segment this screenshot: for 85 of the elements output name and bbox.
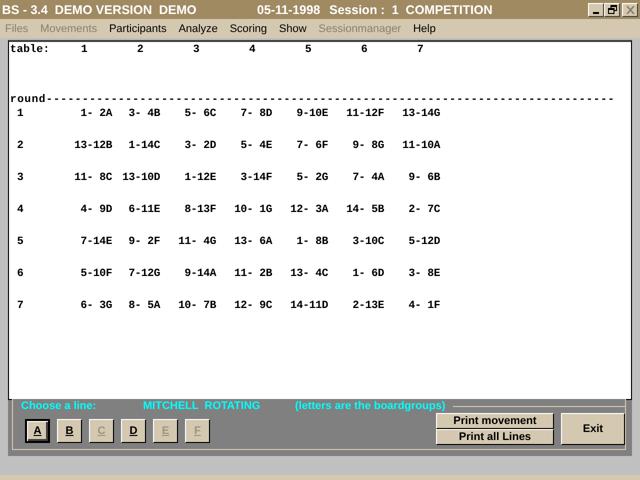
table-number: 7	[416, 44, 425, 56]
round-number: 1	[16, 108, 25, 120]
pairing-cell-text: 14- 5B	[345, 204, 386, 216]
line-button[interactable]: B	[57, 419, 82, 443]
close-button[interactable]	[622, 2, 638, 16]
window-title: BS - 3.4 DEMO VERSION DEMO	[2, 2, 198, 16]
session-date: 05-11-1998	[257, 2, 320, 16]
pairing-cell-text: 13-10D	[121, 172, 161, 184]
pairing-cell-text: 3-10C	[351, 236, 385, 248]
session-info: Session : 1 COMPETITION	[329, 2, 492, 16]
round-number: 4	[16, 204, 25, 216]
menu-item[interactable]: Analyze	[178, 22, 218, 34]
pairing-cell-text: 1- 8B	[295, 236, 330, 248]
restore-icon	[608, 5, 616, 14]
table-number: 1	[80, 44, 89, 56]
pairing-cell-text: 7- 4A	[351, 172, 386, 184]
round-number: 5	[16, 236, 25, 248]
pairing-cell-text: 13- 6A	[233, 236, 274, 248]
round-number: 6	[16, 268, 25, 280]
pairing-cell-text: 12- 9C	[233, 300, 273, 312]
pairing-cell-text: 11-10A	[401, 140, 442, 152]
round-number: 3	[16, 172, 25, 184]
pairing-cell-text: 6-11E	[127, 204, 161, 216]
pairing-cell-text: 10- 7B	[177, 300, 218, 312]
pairing-cell-text: 9-10E	[295, 108, 329, 120]
close-icon	[626, 6, 634, 14]
pairing-cell-text: 4- 1F	[407, 300, 441, 312]
pairing-cell-text: 3- 4B	[127, 108, 162, 120]
pairing-cell-text: 2-13E	[351, 300, 385, 312]
pairing-cell-text: 12- 3A	[289, 204, 330, 216]
restore-button[interactable]	[604, 2, 620, 16]
pairing-cell-text: 1-14C	[127, 140, 161, 152]
pairing-cell-text: 1-12E	[183, 172, 217, 184]
pairing-cell-text: 9- 2F	[127, 236, 161, 248]
pairing-cell-text: 13- 4C	[289, 268, 329, 280]
pairing-cell-text: 11- 4G	[177, 236, 217, 248]
menu-item[interactable]: Scoring	[230, 22, 268, 34]
pairing-cell-text: 13-12B	[73, 140, 114, 152]
pairing-cell-text: 11- 2B	[233, 268, 274, 280]
menu-item[interactable]: Show	[279, 22, 307, 34]
pairing-cell-text: 5-10F	[79, 268, 113, 280]
pairing-cell-text: 6- 3G	[79, 300, 113, 312]
table-number: 4	[248, 44, 257, 56]
pairing-cell-text: 5- 6C	[183, 108, 217, 120]
round-number: 7	[16, 300, 25, 312]
exit-button[interactable]: Exit	[561, 413, 625, 445]
pairing-cell-text: 3-14F	[239, 172, 273, 184]
pairing-cell-text: 5- 2G	[295, 172, 329, 184]
pairing-cell-text: 14-11D	[289, 300, 329, 312]
menu-item[interactable]: Participants	[109, 22, 167, 34]
table-number: 2	[136, 44, 145, 56]
minimize-icon	[593, 12, 599, 14]
pairing-cell-text: 7-12G	[127, 268, 161, 280]
pairing-cell-text: 9- 8G	[351, 140, 385, 152]
pairing-cell-text: 11- 8C	[73, 172, 113, 184]
pairing-cell-text: 4- 9D	[79, 204, 113, 216]
pairing-cell-text: 13-14G	[401, 108, 441, 120]
pairing-cell-text: 11-12F	[345, 108, 385, 120]
table-number: 5	[304, 44, 313, 56]
round-header: round-------------------------------------------------------------------------------	[10, 93, 616, 107]
print-button[interactable]: Print all Lines	[436, 429, 554, 445]
pairing-cell-text: 2- 7C	[407, 204, 441, 216]
pairing-cell-text: 8-13F	[183, 204, 217, 216]
pairing-cell-text: 7- 8D	[239, 108, 273, 120]
pairing-cell-text: 9- 6B	[407, 172, 442, 184]
table-label: table:	[10, 44, 51, 56]
pairing-cell-text: 5-12D	[407, 236, 441, 248]
pairing-cell-text: 8- 5A	[127, 300, 162, 312]
menu-item[interactable]: Help	[413, 22, 436, 34]
minimize-button[interactable]	[588, 2, 604, 16]
pairing-cell-text: 5- 4E	[239, 140, 273, 152]
round-number: 2	[16, 140, 25, 152]
pairing-cell-text: 9-14A	[183, 268, 218, 280]
pairing-cell-text: 1- 6D	[351, 268, 385, 280]
table-number: 3	[192, 44, 201, 56]
line-button[interactable]: D	[121, 419, 146, 443]
pairing-cell-text: 3- 2D	[183, 140, 217, 152]
pairing-cell-text: 3- 8E	[407, 268, 441, 280]
pairing-cell-text: 10- 1G	[233, 204, 273, 216]
pairing-cell-text: 7-14E	[79, 236, 113, 248]
pairing-cell-text: 1- 2A	[79, 108, 114, 120]
pairing-cell-text: 7- 6F	[295, 140, 329, 152]
table-number: 6	[360, 44, 369, 56]
print-button[interactable]: Print movement	[436, 413, 554, 429]
line-button[interactable]: A	[25, 419, 50, 443]
